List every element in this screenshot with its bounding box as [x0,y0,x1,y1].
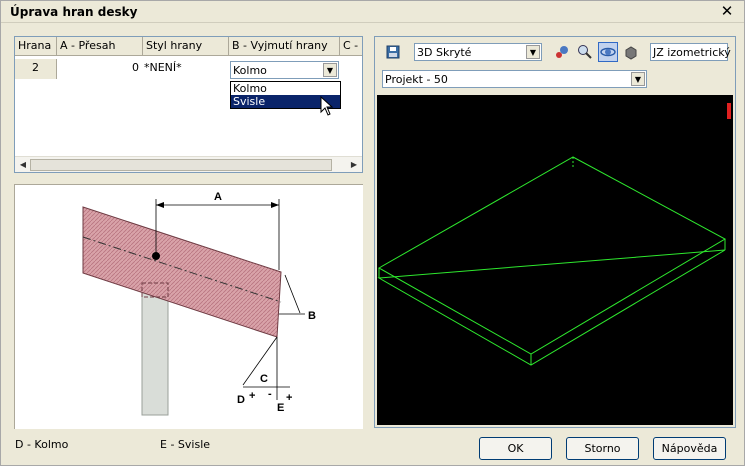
scroll-right-icon[interactable]: ▶ [347,158,361,172]
legend-d: D - Kolmo [15,438,69,451]
board-wireframe [377,156,727,366]
dim-b-line [284,274,301,314]
project-value: Projekt - 50 [385,73,448,86]
pan-icon[interactable] [552,42,572,62]
view-cube-icon[interactable] [621,42,641,62]
edge-cut-value: Kolmo [233,64,267,77]
label-d: D [237,394,245,406]
scrollbar-thumb[interactable] [30,159,332,171]
post-shape [141,282,169,416]
column-header-cut[interactable]: B - Vyjmutí hrany [229,37,340,56]
label-b: B [308,310,316,322]
view-direction-value: JZ izometrický [653,46,731,59]
edge-diagram: A B C D E + - + [14,184,363,429]
legend-e: E - Svisle [160,438,211,451]
help-button[interactable]: Nápověda [653,437,726,460]
chevron-down-icon[interactable]: ▼ [526,45,540,59]
view-mode-select[interactable]: 3D Skryté ▼ [414,43,542,61]
preview-panel: 3D Skryté ▼ JZ izometrický Projekt - 50 … [374,36,736,428]
arrow-head [271,202,279,208]
save-icon[interactable] [383,42,403,62]
cell-offset[interactable]: 0 [57,59,143,79]
label-a: A [214,191,222,203]
close-icon[interactable]: ✕ [719,3,735,19]
dropdown-option-kolmo[interactable]: Kolmo [231,82,340,95]
mouse-cursor-icon [320,96,334,116]
column-header-c[interactable]: C - [340,37,362,56]
cell-edge: 2 [15,59,57,79]
project-select[interactable]: Projekt - 50 ▼ [382,70,647,88]
board-shape [82,206,282,338]
column-header-offset[interactable]: A - Přesah [57,37,143,56]
edge-edit-dialog: Úprava hran desky ✕ Hrana A - Přesah Sty… [0,0,745,466]
arrow-head [156,202,164,208]
label-c: C [260,373,268,385]
chevron-down-icon[interactable]: ▼ [631,72,645,86]
view-direction-field[interactable]: JZ izometrický [650,43,731,61]
minus-sign: - [268,388,272,400]
red-marker [727,103,731,119]
grid-header: Hrana A - Přesah Styl hrany B - Vyjmutí … [15,37,362,56]
window-title: Úprava hran desky [10,5,138,19]
preview-toolbar: 3D Skryté ▼ JZ izometrický [375,37,735,67]
orbit-icon[interactable] [598,42,618,62]
scroll-left-icon[interactable]: ◀ [16,158,30,172]
title-bar: Úprava hran desky ✕ [1,1,744,23]
label-e: E [277,402,284,414]
view-mode-value: 3D Skryté [417,46,472,59]
3d-viewport[interactable] [377,95,733,425]
plus-sign: + [249,390,255,402]
pivot-point [152,252,160,260]
cell-style[interactable]: *NENÍ* [143,59,229,79]
chevron-down-icon[interactable]: ▼ [323,63,337,77]
plus-sign: + [286,392,292,404]
zoom-icon[interactable] [575,42,595,62]
cancel-button[interactable]: Storno [566,437,639,460]
column-header-style[interactable]: Styl hrany [143,37,229,56]
column-header-edge[interactable]: Hrana [15,37,57,56]
horizontal-scrollbar[interactable]: ◀ ▶ [15,156,362,172]
edge-cut-combobox[interactable]: Kolmo ▼ [230,61,339,79]
ok-button[interactable]: OK [479,437,552,460]
